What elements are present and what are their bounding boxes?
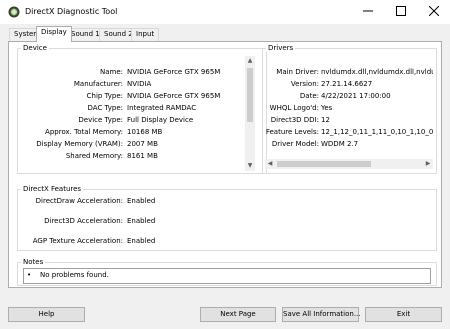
tab-display[interactable]: Display: [36, 26, 72, 42]
feature-label: Direct3D Acceleration:: [44, 217, 123, 225]
feature-value: Enabled: [127, 237, 156, 245]
device-value: NVIDIA GeForce GTX 965M: [127, 68, 221, 76]
device-value: Integrated RAMDAC: [127, 104, 197, 112]
driver-value: Yes: [321, 104, 333, 112]
window-title: DirectX Diagnostic Tool: [25, 7, 118, 16]
driver-value: nvldumdx.dll,nvldumdx.dll,nvldumdx.d: [321, 68, 433, 76]
device-label: Approx. Total Memory:: [45, 128, 123, 136]
driver-label: Driver Model:: [271, 140, 319, 148]
next-page-button[interactable]: Next Page: [200, 307, 276, 322]
scroll-up-icon[interactable]: ▲: [245, 57, 255, 65]
device-heading: Device: [21, 44, 49, 52]
device-value: 10168 MB: [127, 128, 163, 136]
device-label: Shared Memory:: [65, 152, 123, 160]
scroll-right-icon[interactable]: ▶: [423, 160, 433, 168]
scroll-left-icon[interactable]: ◀: [265, 160, 275, 168]
driver-value: 4/22/2021 17:00:00: [321, 92, 391, 100]
driver-label: WHQL Logo'd:: [269, 104, 319, 112]
driver-label: Direct3D DDI:: [270, 116, 319, 124]
maximize-button[interactable]: [384, 0, 417, 22]
scroll-down-icon[interactable]: ▼: [245, 162, 255, 170]
bullet-icon: •: [27, 271, 32, 279]
help-button[interactable]: Help: [8, 307, 85, 322]
drivers-scrollbar[interactable]: ◀ ▶: [265, 159, 433, 169]
title-bar: DirectX Diagnostic Tool: [0, 0, 450, 24]
device-value: 2007 MB: [127, 140, 158, 148]
close-button[interactable]: [417, 0, 450, 22]
minimize-button[interactable]: [351, 0, 384, 22]
drivers-heading: Drivers: [266, 44, 296, 52]
device-label: Name:: [99, 68, 123, 76]
device-label: Chip Type:: [86, 92, 123, 100]
driver-value: 27.21.14.6627: [321, 80, 373, 88]
device-value: NVIDIA GeForce GTX 965M: [127, 92, 221, 100]
tab-input[interactable]: Input: [131, 28, 160, 41]
driver-label: Feature Levels:: [265, 128, 319, 136]
driver-label: Version:: [290, 80, 319, 88]
feature-label: DirectDraw Acceleration:: [35, 197, 123, 205]
driver-value: 12: [321, 116, 330, 124]
notes-list[interactable]: • No problems found.: [23, 268, 431, 284]
directx-icon: [8, 6, 20, 18]
driver-value: WDDM 2.7: [321, 140, 359, 148]
device-label: DAC Type:: [87, 104, 123, 112]
maximize-icon: [395, 6, 406, 16]
device-label: Manufacturer:: [73, 80, 123, 88]
notes-heading: Notes: [21, 258, 46, 266]
save-all-information-button[interactable]: Save All Information...: [282, 307, 361, 322]
scrollbar-thumb[interactable]: [277, 161, 371, 167]
dialog-body: System Display Sound 1 Sound 2 Input Dev…: [0, 24, 450, 329]
device-scrollbar[interactable]: ▲ ▼: [245, 56, 255, 171]
feature-label: AGP Texture Acceleration:: [32, 237, 123, 245]
close-icon: [428, 6, 439, 16]
device-value: 8161 MB: [127, 152, 158, 160]
driver-label: Main Driver:: [276, 68, 319, 76]
driver-value: 12_1,12_0,11_1,11_0,10_1,10_0,9_3: [321, 128, 433, 136]
note-item: No problems found.: [40, 271, 109, 279]
driver-label: Date:: [299, 92, 319, 100]
device-label: Display Memory (VRAM):: [36, 140, 123, 148]
feature-value: Enabled: [127, 217, 156, 225]
exit-button[interactable]: Exit: [365, 307, 442, 322]
scrollbar-thumb[interactable]: [247, 68, 253, 122]
device-value: Full Display Device: [127, 116, 194, 124]
device-label: Device Type:: [78, 116, 123, 124]
device-value: NVIDIA: [127, 80, 152, 88]
feature-value: Enabled: [127, 197, 156, 205]
tab-panel-display: Device Name: NVIDIA GeForce GTX 965M Man…: [8, 41, 442, 288]
directx-features-heading: DirectX Features: [21, 185, 84, 193]
minimize-icon: [362, 10, 373, 12]
